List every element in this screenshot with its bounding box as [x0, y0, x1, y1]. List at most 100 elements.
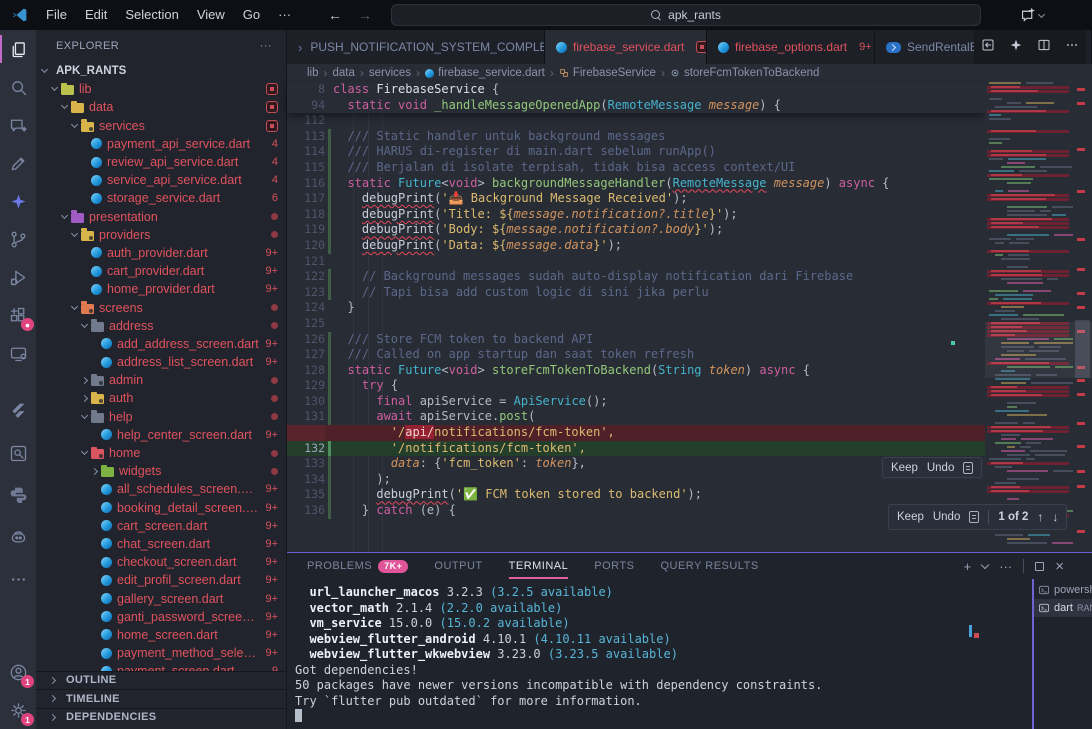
next-change-button[interactable]: ↓ — [1052, 510, 1058, 524]
code-line[interactable]: 116 static Future<void> backgroundMessag… — [287, 176, 985, 192]
tree-item-providers[interactable]: providers — [36, 226, 286, 244]
line-number[interactable]: 131 — [287, 409, 325, 425]
sparkle-small-icon[interactable] — [1008, 37, 1024, 58]
sparkle-filled-icon[interactable] — [0, 182, 36, 220]
open-changes-icon[interactable] — [980, 37, 996, 58]
code-line[interactable]: 128 static Future<void> storeFcmTokenToB… — [287, 363, 985, 379]
line-number[interactable]: 119 — [287, 222, 325, 238]
source-control-icon[interactable] — [0, 220, 36, 258]
panel-more-actions[interactable]: ··· — [999, 559, 1012, 574]
line-number[interactable]: 124 — [287, 300, 325, 316]
menu-view[interactable]: View — [188, 0, 234, 30]
code-line[interactable]: 125 — [287, 316, 985, 332]
keep-button[interactable]: Keep — [897, 511, 924, 523]
breadcrumb-item[interactable]: lib — [307, 67, 319, 79]
tree-item-all-schedules-screen-dart[interactable]: all_schedules_screen.dart9+ — [36, 480, 286, 498]
tree-item-services[interactable]: services — [36, 117, 286, 135]
tree-item-review-api-service-dart[interactable]: review_api_service.dart4 — [36, 153, 286, 171]
tree-item-edit-profil-screen-dart[interactable]: edit_profil_screen.dart9+ — [36, 571, 286, 589]
forward-arrow-button[interactable]: → — [358, 7, 372, 23]
section-outline[interactable]: OUTLINE — [36, 671, 286, 690]
tree-item-auth[interactable]: auth — [36, 389, 286, 407]
line-number[interactable]: 116 — [287, 176, 325, 192]
undo-button[interactable]: Undo — [927, 462, 955, 474]
tree-item-help-center-screen-dart[interactable]: help_center_screen.dart9+ — [36, 426, 286, 444]
explorer-more-actions[interactable]: ··· — [260, 40, 272, 52]
code-line[interactable]: 130 final apiService = ApiService(); — [287, 394, 985, 410]
code-line[interactable]: 120 debugPrint('Data: ${message.data}'); — [287, 238, 985, 254]
line-number[interactable]: 133 — [287, 456, 325, 472]
line-number[interactable]: 135 — [287, 487, 325, 503]
new-terminal-button[interactable]: + — [964, 559, 972, 574]
panel-tab-problems[interactable]: PROBLEMS7K+ — [307, 553, 408, 579]
terminal-output[interactable]: url_launcher_macos 3.2.3 (3.2.5 availabl… — [295, 585, 1025, 727]
command-center-search[interactable]: apk_rants — [391, 4, 981, 26]
line-number[interactable]: 113 — [287, 129, 325, 145]
tree-item-ganti-password-screen-dart[interactable]: ganti_password_screen.dart9+ — [36, 608, 286, 626]
extensions-icon[interactable]: ● — [0, 296, 36, 334]
code-line[interactable]: 133 data: {'fcm_token': token}, — [287, 456, 985, 472]
code-line[interactable]: 136 } catch (e) { — [287, 503, 985, 519]
tree-item-payment-method-selection-[interactable]: payment_method_selection_...9+ — [36, 644, 286, 662]
code-line[interactable]: 134 ); — [287, 472, 985, 488]
file-icon[interactable] — [969, 511, 979, 523]
tab-firebase-service-dart[interactable]: firebase_service.dart× — [545, 30, 707, 64]
previous-change-button[interactable]: ↑ — [1037, 510, 1043, 524]
line-number[interactable]: 123 — [287, 285, 325, 301]
chat-sparkle-icon[interactable] — [0, 106, 36, 144]
line-number[interactable]: 115 — [287, 160, 325, 176]
line-number[interactable]: 127 — [287, 347, 325, 363]
code-line[interactable]: 127 /// Called on app startup dan saat t… — [287, 347, 985, 363]
search-editor-icon[interactable] — [0, 432, 36, 474]
tree-item-apk-rants[interactable]: APK_RANTS — [36, 62, 286, 80]
code-line[interactable]: 135 debugPrint('✅ FCM token stored to ba… — [287, 487, 985, 503]
tree-item-home-provider-dart[interactable]: home_provider.dart9+ — [36, 280, 286, 298]
line-number[interactable]: 132 — [287, 441, 325, 457]
code-line[interactable]: 113 /// Static handler untuk background … — [287, 129, 985, 145]
code-line[interactable]: 126 /// Store FCM token to backend API — [287, 332, 985, 348]
files-icon[interactable] — [0, 30, 36, 68]
line-number[interactable]: 136 — [287, 503, 325, 519]
tree-item-payment-api-service-dart[interactable]: payment_api_service.dart4 — [36, 135, 286, 153]
more-dots-icon[interactable] — [0, 558, 36, 600]
tree-item-booking-detail-screen-dart[interactable]: booking_detail_screen.dart9+ — [36, 499, 286, 517]
tree-item-checkout-screen-dart[interactable]: checkout_screen.dart9+ — [36, 553, 286, 571]
line-number[interactable]: 121 — [287, 254, 325, 270]
tree-item-presentation[interactable]: presentation — [36, 208, 286, 226]
tree-item-cart-provider-dart[interactable]: cart_provider.dart9+ — [36, 262, 286, 280]
section-timeline[interactable]: TIMELINE — [36, 689, 286, 708]
code-line[interactable]: 122 // Background messages sudah auto-di… — [287, 269, 985, 285]
tree-item-storage-service-dart[interactable]: storage_service.dart6 — [36, 189, 286, 207]
tree-item-address[interactable]: address — [36, 317, 286, 335]
line-number[interactable]: 117 — [287, 191, 325, 207]
remote-icon[interactable] — [0, 334, 36, 372]
pencil-icon[interactable] — [0, 144, 36, 182]
menu-selection[interactable]: Selection — [116, 0, 187, 30]
tree-item-home-screen-dart[interactable]: home_screen.dart9+ — [36, 626, 286, 644]
breadcrumb-item[interactable]: firebase_service.dart — [425, 67, 545, 79]
close-panel-button[interactable]: × — [1055, 558, 1064, 575]
tree-item-help[interactable]: help — [36, 408, 286, 426]
line-number[interactable]: 114 — [287, 144, 325, 160]
panel-tab-terminal[interactable]: TERMINAL — [509, 553, 569, 579]
menu-go[interactable]: Go — [234, 0, 269, 30]
copilot-menu-button[interactable] — [1019, 0, 1048, 30]
back-arrow-button[interactable]: ← — [328, 7, 342, 23]
python-icon[interactable] — [0, 474, 36, 516]
tree-item-gallery-screen-dart[interactable]: gallery_screen.dart9+ — [36, 589, 286, 607]
tree-item-data[interactable]: data — [36, 98, 286, 116]
tree-item-admin[interactable]: admin — [36, 371, 286, 389]
copilot-icon[interactable] — [0, 516, 36, 558]
code-line[interactable]: 114 /// HARUS di-register di main.dart s… — [287, 144, 985, 160]
tree-item-chat-screen-dart[interactable]: chat_screen.dart9+ — [36, 535, 286, 553]
code-line[interactable]: 117 debugPrint('📥 Background Message Rec… — [287, 191, 985, 207]
panel-tab-output[interactable]: OUTPUT — [434, 553, 482, 579]
tab-push-notification-system-complete-md[interactable]: ›PUSH_NOTIFICATION_SYSTEM_COMPLETE.md — [287, 30, 545, 64]
tree-item-cart-screen-dart[interactable]: cart_screen.dart9+ — [36, 517, 286, 535]
tree-item-lib[interactable]: lib — [36, 80, 286, 98]
terminal-instance-dart[interactable]: dartRANTS — [1034, 599, 1092, 617]
line-number[interactable]: 120 — [287, 238, 325, 254]
code-line[interactable]: 124 } — [287, 300, 985, 316]
menu-more[interactable]: ··· — [269, 0, 300, 30]
code-line[interactable]: 123 // Tapi bisa add custom logic di sin… — [287, 285, 985, 301]
